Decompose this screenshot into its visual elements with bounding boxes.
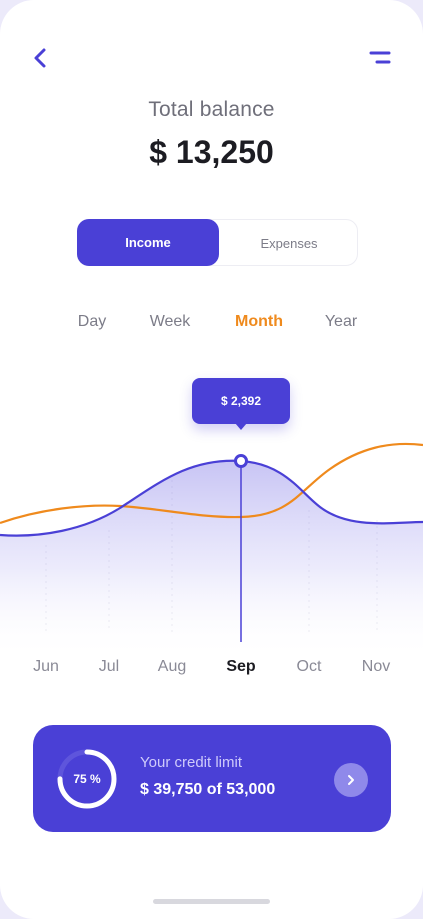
- value-tooltip: $ 2,392: [192, 378, 290, 430]
- income-tab[interactable]: Income: [77, 219, 219, 266]
- period-selector: Day Week Month Year: [0, 313, 423, 335]
- total-balance-label: Total balance: [148, 98, 275, 121]
- period-year[interactable]: Year: [325, 313, 357, 331]
- menu-icon: [369, 51, 391, 64]
- back-button[interactable]: [26, 44, 54, 72]
- income-expenses-toggle: Income Expenses: [77, 219, 358, 266]
- total-balance-value: $ 13,250: [149, 134, 274, 170]
- credit-limit-card[interactable]: 75 % Your credit limit $ 39,750 of 53,00…: [33, 725, 391, 832]
- period-week[interactable]: Week: [150, 313, 191, 331]
- phone-screen: Total balance $ 13,250 Income Expenses D…: [0, 0, 423, 919]
- credit-percent: 75 %: [73, 772, 101, 786]
- month-axis: Jun Jul Aug Sep Oct Nov: [0, 658, 423, 680]
- credit-value: $ 39,750 of 53,000: [140, 781, 276, 798]
- month-label[interactable]: Aug: [158, 658, 186, 676]
- period-month[interactable]: Month: [235, 313, 283, 331]
- month-label[interactable]: Oct: [297, 658, 322, 676]
- expenses-tab[interactable]: Expenses: [219, 220, 359, 267]
- home-indicator: [153, 899, 270, 904]
- month-label[interactable]: Nov: [362, 658, 390, 676]
- credit-title: Your credit limit: [140, 754, 242, 771]
- selected-point[interactable]: [234, 454, 248, 468]
- period-day[interactable]: Day: [78, 313, 106, 331]
- chevron-left-icon: [34, 48, 46, 68]
- month-label[interactable]: Jul: [99, 658, 119, 676]
- chevron-right-icon: [348, 775, 354, 785]
- month-label-selected[interactable]: Sep: [226, 658, 255, 676]
- income-area: [0, 460, 423, 660]
- month-label[interactable]: Jun: [33, 658, 59, 676]
- menu-button[interactable]: [365, 48, 395, 70]
- credit-details-button[interactable]: [334, 763, 368, 797]
